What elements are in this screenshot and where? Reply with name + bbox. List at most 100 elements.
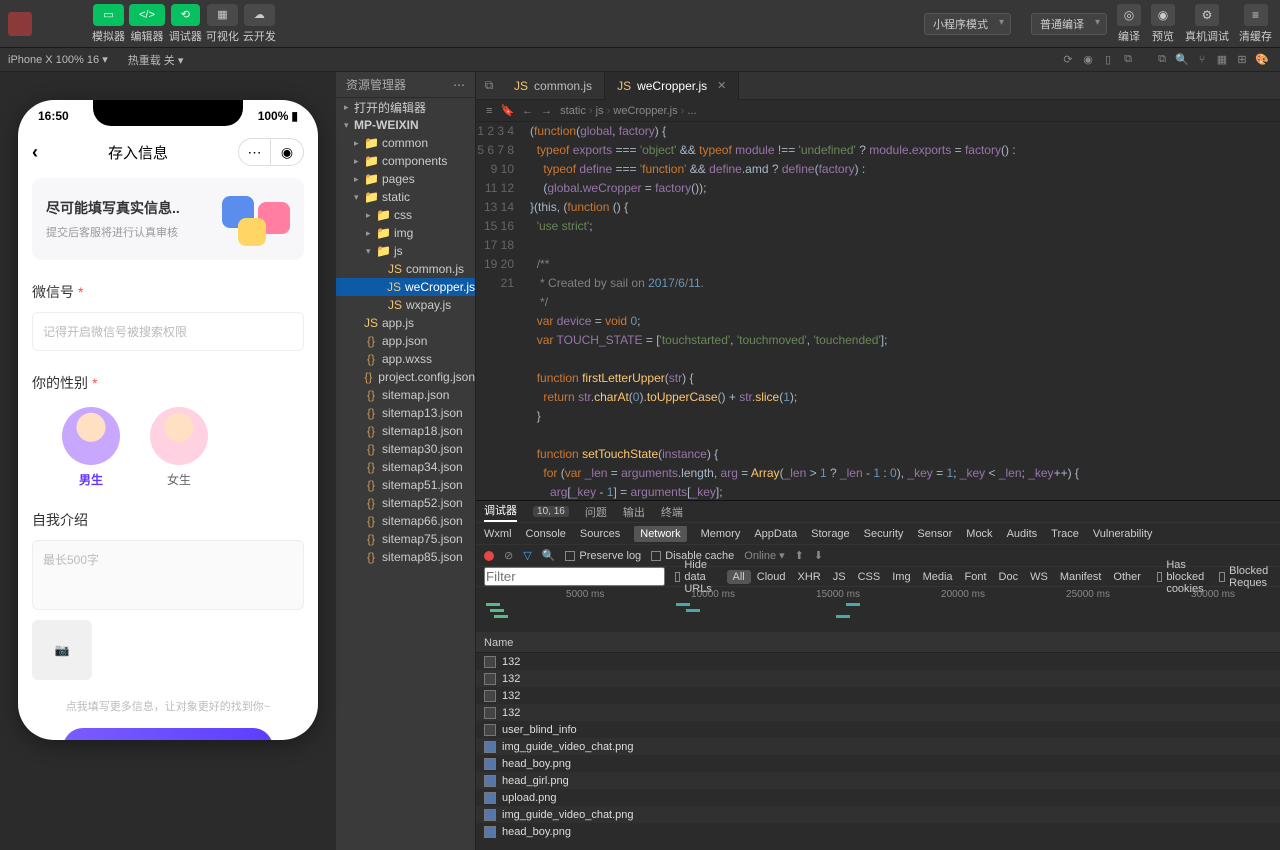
filter-type-cloud[interactable]: Cloud: [751, 570, 792, 584]
tree-item-common-js[interactable]: JScommon.js: [336, 260, 475, 278]
tree-item-sitemap34-json[interactable]: {}sitemap34.json: [336, 458, 475, 476]
palette-icon[interactable]: 🎨: [1252, 53, 1272, 66]
upload-button[interactable]: 📷: [32, 620, 92, 680]
compile-icon[interactable]: ◎: [1117, 4, 1141, 26]
panel-sources[interactable]: Sources: [580, 528, 620, 540]
clear-cache-icon[interactable]: ≡: [1244, 4, 1268, 26]
filter-type-img[interactable]: Img: [886, 570, 916, 584]
compile-select[interactable]: 普通编译: [1031, 13, 1107, 35]
tree-item-sitemap75-json[interactable]: {}sitemap75.json: [336, 530, 475, 548]
panel-audits[interactable]: Audits: [1007, 528, 1038, 540]
tab-prev-icon[interactable]: ⧉: [476, 78, 502, 93]
filter-type-other[interactable]: Other: [1107, 570, 1147, 584]
wechat-input[interactable]: 记得开启微信号被搜索权限: [32, 312, 304, 351]
network-row[interactable]: user_blind_info: [476, 721, 1280, 738]
network-row[interactable]: 132: [476, 687, 1280, 704]
submit-button[interactable]: 支付0.01元，将信息存入人才库: [63, 728, 273, 740]
blocked-requests-checkbox[interactable]: Blocked Reques: [1219, 565, 1272, 589]
more-info-link[interactable]: 点我填写更多信息，让对象更好的找到你~: [32, 698, 304, 714]
tree-item-sitemap13-json[interactable]: {}sitemap13.json: [336, 404, 475, 422]
cloud-button[interactable]: ☁: [244, 4, 275, 26]
project-root[interactable]: ▾MP-WEIXIN: [336, 116, 475, 134]
tree-item-project-config-json[interactable]: {}project.config.json: [336, 368, 475, 386]
panel-storage[interactable]: Storage: [811, 528, 850, 540]
tree-item-sitemap30-json[interactable]: {}sitemap30.json: [336, 440, 475, 458]
mode-select[interactable]: 小程序模式: [924, 13, 1011, 35]
record-button[interactable]: [484, 551, 494, 561]
panel-appdata[interactable]: AppData: [754, 528, 797, 540]
download-har-icon[interactable]: ⬇: [814, 549, 823, 562]
upload-har-icon[interactable]: ⬆: [795, 549, 804, 562]
clear-icon[interactable]: ⊘: [504, 549, 513, 562]
tree-item-img[interactable]: ▸📁img: [336, 224, 475, 242]
visual-button[interactable]: ▦: [207, 4, 237, 26]
filter-type-css[interactable]: CSS: [852, 570, 887, 584]
crumb-fwd-icon[interactable]: →: [541, 105, 552, 117]
tab-wecropper-js[interactable]: JSweCropper.js✕: [605, 72, 739, 100]
devtools-tab-2[interactable]: 输出: [623, 504, 645, 520]
tree-item-sitemap-json[interactable]: {}sitemap.json: [336, 386, 475, 404]
devtools-tab-0[interactable]: 调试器: [484, 502, 517, 522]
crumb-back-icon[interactable]: ←: [522, 105, 533, 117]
tree-item-css[interactable]: ▸📁css: [336, 206, 475, 224]
tree-item-app-js[interactable]: JSapp.js: [336, 314, 475, 332]
preserve-log-checkbox[interactable]: Preserve log: [565, 550, 641, 562]
tree-item-sitemap85-json[interactable]: {}sitemap85.json: [336, 548, 475, 566]
tree-item-app-wxss[interactable]: {}app.wxss: [336, 350, 475, 368]
throttle-select[interactable]: Online ▾: [744, 549, 784, 562]
code-editor[interactable]: 1 2 3 4 5 6 7 8 9 10 11 12 13 14 15 16 1…: [476, 122, 1280, 500]
copy-icon[interactable]: ⧉: [1152, 53, 1172, 66]
close-tab-icon[interactable]: ✕: [717, 79, 726, 92]
tree-item-static[interactable]: ▾📁static: [336, 188, 475, 206]
network-row[interactable]: head_boy.png: [476, 755, 1280, 772]
tree-item-components[interactable]: ▸📁components: [336, 152, 475, 170]
tab-common-js[interactable]: JScommon.js: [502, 72, 605, 100]
capsule-menu[interactable]: ⋯: [239, 139, 271, 165]
search-net-icon[interactable]: 🔍: [542, 549, 556, 562]
device-icon[interactable]: ▯: [1098, 53, 1118, 66]
network-row[interactable]: img_guide_video_chat.png: [476, 738, 1280, 755]
tree-item-sitemap66-json[interactable]: {}sitemap66.json: [336, 512, 475, 530]
panel-mock[interactable]: Mock: [966, 528, 992, 540]
intro-textarea[interactable]: 最长500字: [32, 540, 304, 610]
tree-item-sitemap18-json[interactable]: {}sitemap18.json: [336, 422, 475, 440]
panel-network[interactable]: Network: [634, 526, 686, 542]
gender-girl[interactable]: 女生: [150, 407, 208, 488]
network-row[interactable]: 132: [476, 653, 1280, 670]
network-row[interactable]: head_girl.png: [476, 772, 1280, 789]
gender-boy[interactable]: 男生: [62, 407, 120, 488]
panel-security[interactable]: Security: [864, 528, 904, 540]
crumb-toggle-icon[interactable]: ≡: [486, 105, 492, 117]
filter-type-font[interactable]: Font: [959, 570, 993, 584]
remote-debug-icon[interactable]: ⚙: [1195, 4, 1219, 26]
filter-type-ws[interactable]: WS: [1024, 570, 1054, 584]
grid-icon[interactable]: ▦: [1212, 53, 1232, 66]
network-row[interactable]: head_boy.png: [476, 823, 1280, 840]
filter-input[interactable]: [484, 567, 665, 586]
tree-item-sitemap52-json[interactable]: {}sitemap52.json: [336, 494, 475, 512]
device-select[interactable]: iPhone X 100% 16 ▾: [8, 53, 108, 66]
network-timeline[interactable]: 5000 ms10000 ms15000 ms20000 ms25000 ms3…: [476, 587, 1280, 633]
hotreload-toggle[interactable]: 热重载 关 ▾: [128, 52, 184, 68]
filter-type-doc[interactable]: Doc: [993, 570, 1025, 584]
filter-type-xhr[interactable]: XHR: [792, 570, 827, 584]
panel-vulnerability[interactable]: Vulnerability: [1093, 528, 1153, 540]
debugger-button[interactable]: ⟲: [171, 4, 200, 26]
refresh-icon[interactable]: ⟳: [1058, 53, 1078, 66]
filter-type-manifest[interactable]: Manifest: [1054, 570, 1108, 584]
record-icon[interactable]: ◉: [1078, 53, 1098, 66]
network-row[interactable]: img_guide_video_chat.png: [476, 806, 1280, 823]
panel-memory[interactable]: Memory: [701, 528, 741, 540]
tree-item-app-json[interactable]: {}app.json: [336, 332, 475, 350]
preview-icon[interactable]: ◉: [1151, 4, 1175, 26]
panel-sensor[interactable]: Sensor: [917, 528, 952, 540]
network-row[interactable]: upload.png: [476, 789, 1280, 806]
panel-trace[interactable]: Trace: [1051, 528, 1079, 540]
filter-icon[interactable]: ▽: [523, 549, 531, 562]
crumb-bookmark-icon[interactable]: 🔖: [500, 104, 514, 117]
tree-item-sitemap51-json[interactable]: {}sitemap51.json: [336, 476, 475, 494]
editor-button[interactable]: </>: [129, 4, 165, 26]
filter-type-js[interactable]: JS: [827, 570, 852, 584]
panel-wxml[interactable]: Wxml: [484, 528, 512, 540]
tree-item-wxpay-js[interactable]: JSwxpay.js: [336, 296, 475, 314]
